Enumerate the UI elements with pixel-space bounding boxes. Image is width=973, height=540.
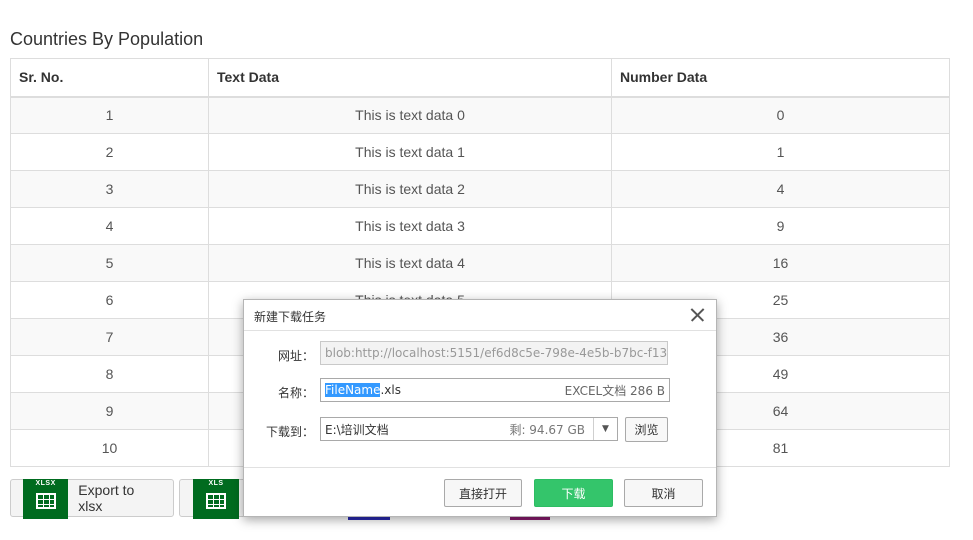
cell-sr-no: 1 [10,96,209,134]
cell-number-data: 16 [611,244,950,282]
cell-text-data: This is text data 0 [208,96,612,134]
cell-number-data: 0 [611,96,950,134]
column-header-text-data[interactable]: Text Data [208,58,612,98]
cell-sr-no: 10 [10,429,209,467]
filename-extension: .xls [380,383,401,397]
cell-sr-no: 6 [10,281,209,319]
cell-sr-no: 2 [10,133,209,171]
cell-sr-no: 7 [10,318,209,356]
url-field[interactable]: blob:http://localhost:5151/ef6d8c5e-798e… [320,341,668,365]
table-row: 2 This is text data 11 [10,133,950,171]
file-type-size: EXCEL文档 286 B [564,383,665,398]
path-label: 下载到： [265,425,314,439]
cell-sr-no: 5 [10,244,209,282]
open-directly-button[interactable]: 直接打开 [444,479,522,507]
download-path-value: E:\培训文档 [325,422,389,437]
cell-number-data: 1 [611,133,950,171]
table-row: 4 This is text data 39 [10,207,950,245]
name-label: 名称： [277,386,314,400]
download-path-select[interactable]: E:\培训文档 剩: 94.67 GB ▼ [320,417,618,441]
cell-text-data: This is text data 3 [208,207,612,245]
close-icon[interactable] [688,306,706,324]
cell-number-data: 4 [611,170,950,208]
download-button[interactable]: 下载 [534,479,613,507]
cell-sr-no: 4 [10,207,209,245]
table-header-row: Sr. No. Text Data Number Data [10,58,950,98]
column-header-sr-no[interactable]: Sr. No. [10,58,209,98]
excel-xls-icon: XLS [193,479,239,519]
table-row: 3 This is text data 24 [10,170,950,208]
cell-sr-no: 9 [10,392,209,430]
cell-sr-no: 8 [10,355,209,393]
cell-sr-no: 3 [10,170,209,208]
cell-number-data: 9 [611,207,950,245]
url-value: blob:http://localhost:5151/ef6d8c5e-798e… [325,346,668,360]
filename-selected-text: FileName [325,383,381,397]
url-label: 网址： [277,349,314,363]
page-title: Countries By Population [10,29,204,49]
cell-text-data: This is text data 4 [208,244,612,282]
filename-field[interactable]: FileName.xls EXCEL文档 286 B [320,378,670,402]
dialog-title: 新建下载任务 [254,310,327,324]
excel-xlsx-icon: XLSX [23,479,69,519]
export-xlsx-button[interactable]: XLSX Export to xlsx [10,479,174,519]
free-space: 剩: 94.67 GB [509,422,585,437]
dialog-footer: 直接打开 下载 取消 [244,468,716,516]
table-row: 1 This is text data 00 [10,96,950,134]
cell-text-data: This is text data 2 [208,170,612,208]
browse-button[interactable]: 浏览 [625,417,668,442]
column-header-number-data[interactable]: Number Data [611,58,950,98]
chevron-down-icon[interactable]: ▼ [593,418,617,440]
export-xlsx-label: Export to xlsx [78,482,135,514]
download-dialog: 新建下载任务 网址： blob:http://localhost:5151/ef… [243,299,717,517]
cell-text-data: This is text data 1 [208,133,612,171]
dialog-divider [244,330,716,331]
table-row: 5 This is text data 4 16 [10,244,950,282]
cancel-button[interactable]: 取消 [624,479,703,507]
